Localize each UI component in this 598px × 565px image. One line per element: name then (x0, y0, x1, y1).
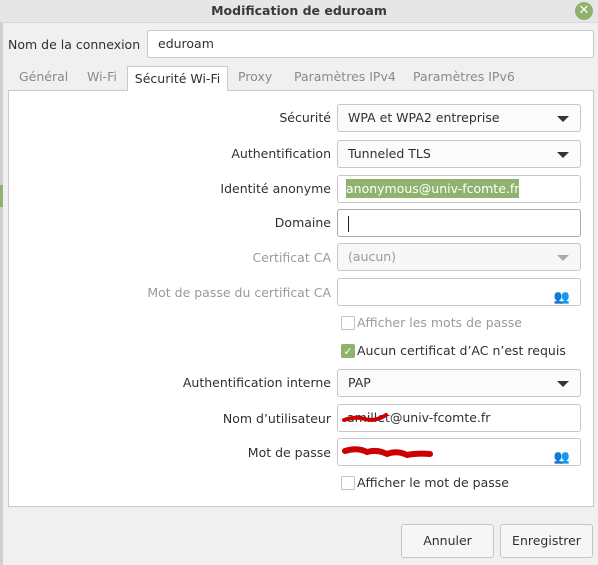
auth-select[interactable]: Tunneled TLS (337, 140, 581, 168)
connection-name-label: Nom de la connexion (8, 37, 141, 52)
ca-password-input[interactable]: 👥 (337, 278, 581, 306)
show-password-checkbox[interactable] (341, 476, 355, 490)
domain-input[interactable] (337, 209, 581, 237)
tab-wifi[interactable]: Wi-Fi (87, 69, 117, 84)
chevron-down-icon (557, 381, 569, 387)
chevron-down-icon (557, 116, 569, 122)
chevron-down-icon (557, 152, 569, 158)
window-title: Modification de eduroam (211, 3, 387, 18)
chevron-down-icon (557, 255, 569, 261)
show-passwords-checkbox[interactable] (341, 316, 355, 330)
no-ca-required-checkbox[interactable]: ✓ (341, 344, 355, 358)
users-icon[interactable]: 👥 (554, 445, 570, 465)
ca-cert-label: Certificat CA (252, 250, 332, 265)
anon-identity-label: Identité anonyme (220, 181, 331, 196)
background-window-accent (0, 185, 3, 207)
password-label: Mot de passe (247, 445, 331, 460)
username-label: Nom d’utilisateur (222, 411, 331, 426)
domain-label: Domaine (274, 215, 331, 230)
auth-label: Authentification (231, 146, 331, 161)
text-cursor (348, 215, 349, 232)
show-password-label: Afficher le mot de passe (357, 475, 509, 490)
anon-identity-value: anonymous@univ-fcomte.fr (346, 179, 520, 198)
inner-auth-value: PAP (348, 375, 371, 390)
ca-cert-value: (aucun) (348, 249, 397, 264)
auth-value: Tunneled TLS (348, 146, 431, 161)
cancel-button[interactable]: Annuler (401, 524, 494, 558)
redaction-scribble (342, 413, 388, 422)
background-window-edge (0, 23, 3, 565)
ca-cert-select[interactable]: (aucun) (337, 243, 581, 271)
close-icon[interactable]: ✕ (575, 2, 593, 20)
no-ca-required-label: Aucun certificat d’AC n’est requis (357, 343, 566, 358)
security-value: WPA et WPA2 entreprise (348, 110, 500, 125)
tab-proxy[interactable]: Proxy (238, 69, 272, 84)
tab-ipv4[interactable]: Paramètres IPv4 (294, 69, 396, 84)
security-label: Sécurité (279, 110, 331, 125)
anon-identity-input[interactable]: anonymous@univ-fcomte.fr (337, 175, 581, 203)
save-button[interactable]: Enregistrer (500, 524, 593, 558)
ca-password-label: Mot de passe du certificat CA (147, 285, 331, 300)
users-icon[interactable]: 👥 (554, 285, 570, 305)
connection-name-input[interactable]: eduroam (147, 30, 594, 58)
tab-ipv6[interactable]: Paramètres IPv6 (413, 69, 515, 84)
tab-wifi-security[interactable]: Sécurité Wi-Fi (127, 66, 228, 91)
inner-auth-label: Authentification interne (182, 375, 331, 390)
redaction-scribble (342, 446, 433, 459)
show-passwords-label: Afficher les mots de passe (357, 315, 523, 330)
security-select[interactable]: WPA et WPA2 entreprise (337, 104, 581, 132)
inner-auth-select[interactable]: PAP (337, 369, 581, 397)
tab-general[interactable]: Général (19, 69, 68, 84)
